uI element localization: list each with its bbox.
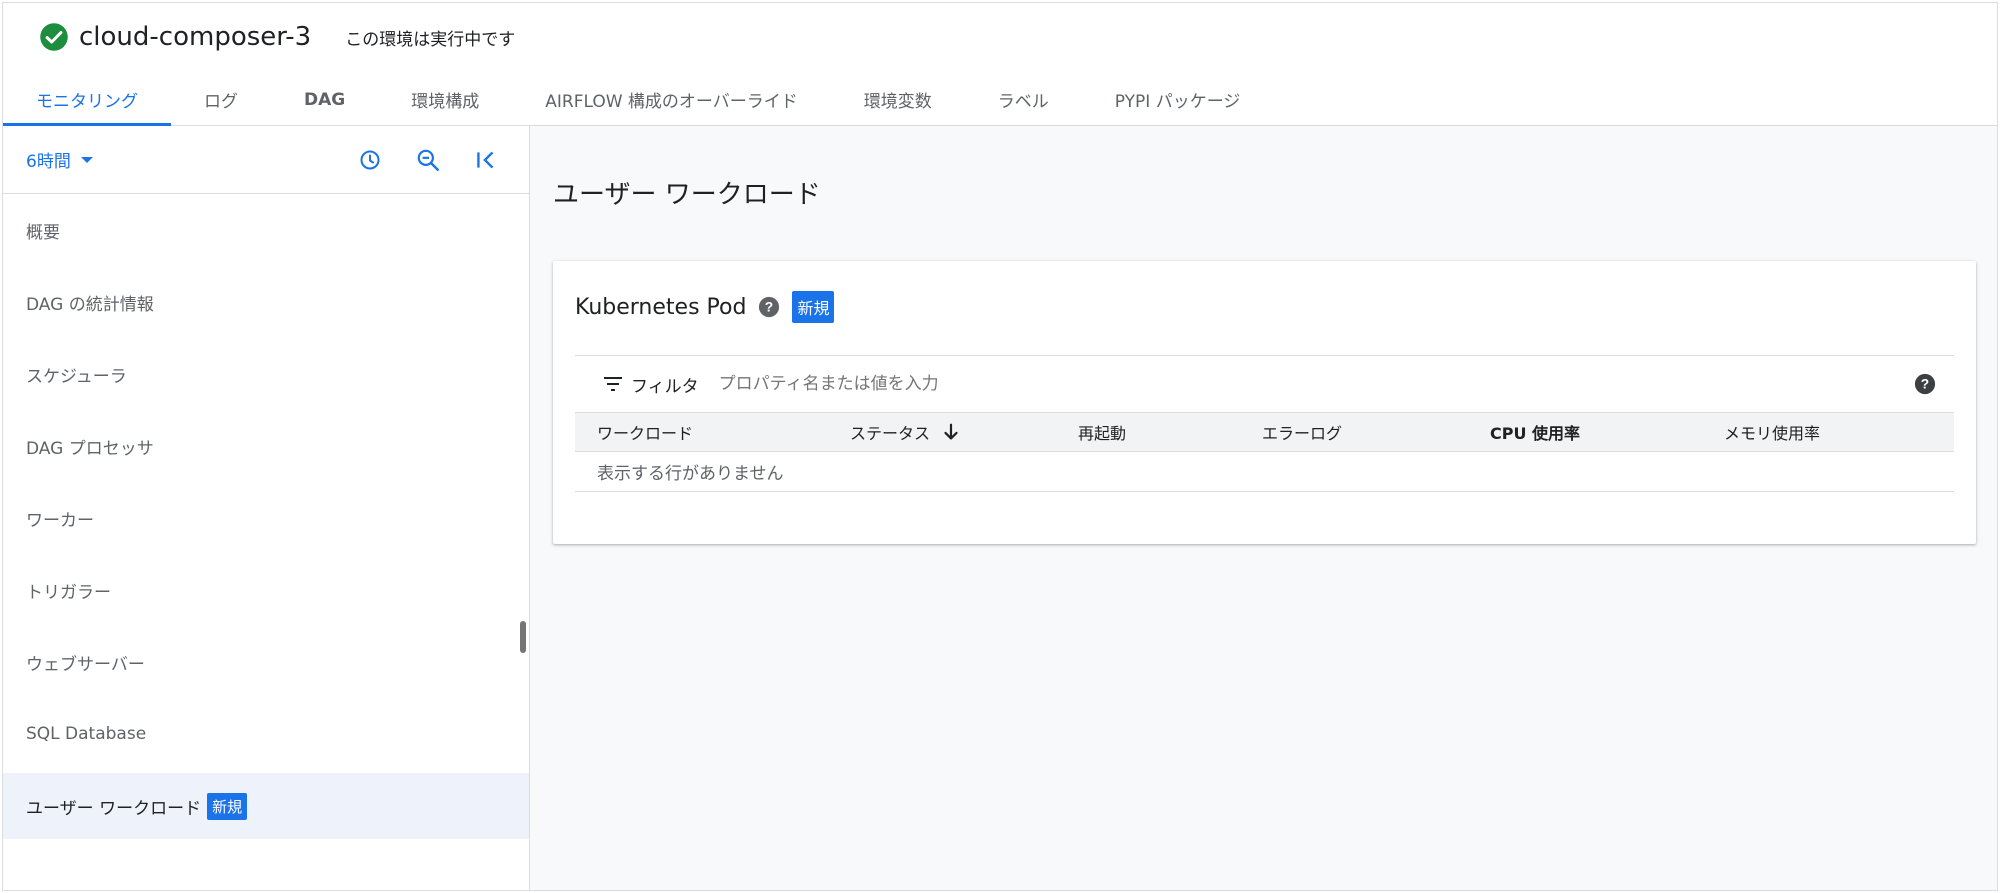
new-badge: 新規 [207,792,248,820]
column-header-workload[interactable]: ワークロード [597,413,693,451]
sidebar-item-user-workloads[interactable]: ユーザー ワークロード 新規 [3,773,529,839]
column-header-restarts[interactable]: 再起動 [1078,413,1126,451]
sidebar-item-overview[interactable]: 概要 [3,194,529,266]
sidebar-item-workers[interactable]: ワーカー [3,482,529,554]
column-header-cpu-usage[interactable]: CPU 使用率 [1490,413,1580,451]
sidebar-nav-list: 概要 DAG の統計情報 スケジューラ DAG プロセッサ ワーカー トリガラー… [3,194,529,839]
composer-environment-page: cloud-composer-3 この環境は実行中です モニタリング ログ DA… [2,2,1998,891]
main-content: ユーザー ワークロード Kubernetes Pod ? 新規 フィルタ ? [530,126,1997,890]
filter-icon[interactable] [601,372,625,396]
sidebar-item-webserver[interactable]: ウェブサーバー [3,626,529,698]
svg-text:?: ? [1921,377,1929,392]
sidebar-item-scheduler[interactable]: スケジューラ [3,338,529,410]
sidebar-tools [355,126,529,194]
tab-labels[interactable]: ラベル [965,73,1082,126]
sidebar-scrollbar[interactable] [520,621,526,653]
tab-logs[interactable]: ログ [171,73,271,126]
tab-monitoring[interactable]: モニタリング [3,73,171,126]
help-icon[interactable]: ? [758,296,780,318]
filter-label[interactable]: フィルタ [631,372,699,397]
sidebar-item-label: ユーザー ワークロード [26,798,202,819]
environment-title-row: cloud-composer-3 この環境は実行中です [39,17,515,57]
environment-status: この環境は実行中です [345,29,516,50]
page-title: ユーザー ワークロード [553,180,821,210]
svg-text:?: ? [765,300,773,315]
sidebar-item-dag-processor[interactable]: DAG プロセッサ [3,410,529,482]
column-header-status[interactable]: ステータス [850,413,962,451]
zoom-out-icon[interactable] [413,145,443,175]
sidebar-item-sql-database[interactable]: SQL Database [3,698,529,770]
card-header: Kubernetes Pod ? 新規 [575,291,835,323]
check-circle-icon [40,23,68,51]
help-icon[interactable]: ? [1914,373,1936,395]
environment-name: cloud-composer-3 [79,22,312,52]
filter-input[interactable] [718,374,1319,394]
page-header: cloud-composer-3 この環境は実行中です モニタリング ログ DA… [3,3,1997,126]
table-header: ワークロード ステータス 再起動 エラーログ CPU 使用率 メモリ使用率 [575,412,1954,452]
empty-table-message: 表示する行がありません [575,452,1954,492]
sidebar-toolbar: 6時間 [3,126,529,194]
time-range-label: 6時間 [26,152,71,172]
clock-icon[interactable] [355,145,385,175]
tab-environment-variables[interactable]: 環境変数 [831,73,965,126]
tab-dags[interactable]: DAG [271,73,378,126]
arrow-down-icon [944,423,958,440]
time-range-dropdown[interactable]: 6時間 [26,147,93,172]
pods-table: ワークロード ステータス 再起動 エラーログ CPU 使用率 メモリ使用率 表示… [575,412,1954,492]
tab-pypi-packages[interactable]: PYPI パッケージ [1082,73,1274,126]
tab-airflow-config-overrides[interactable]: AIRFLOW 構成のオーバーライド [512,73,831,126]
column-header-memory-usage[interactable]: メモリ使用率 [1724,413,1820,451]
new-badge: 新規 [792,291,835,323]
kubernetes-pod-card: Kubernetes Pod ? 新規 フィルタ ? [553,261,1976,544]
column-header-label: ステータス [850,424,931,443]
chevron-down-icon [80,156,93,163]
tab-bar: モニタリング ログ DAG 環境構成 AIRFLOW 構成のオーバーライド 環境… [3,73,1273,126]
filter-bar: フィルタ ? [575,355,1954,412]
sidebar-item-triggerer[interactable]: トリガラー [3,554,529,626]
column-header-error-logs[interactable]: エラーログ [1262,413,1342,451]
tab-environment-config[interactable]: 環境構成 [378,73,512,126]
card-title: Kubernetes Pod [575,294,747,320]
collapse-left-icon[interactable] [471,145,501,175]
monitoring-sidebar: 6時間 概要 DAG の統計情報 スケジューラ DAG プロセッサ ワーカー ト… [3,126,530,890]
sidebar-item-dag-stats[interactable]: DAG の統計情報 [3,266,529,338]
